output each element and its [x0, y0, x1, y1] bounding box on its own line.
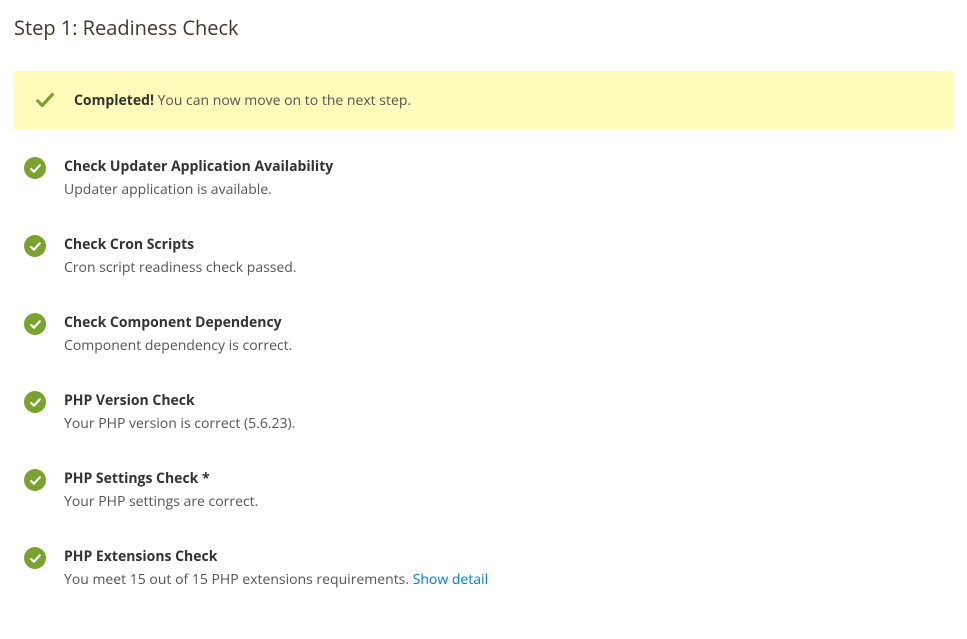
check-content: PHP Version Check Your PHP version is co…: [64, 391, 943, 433]
check-desc-text: You meet 15 out of 15 PHP extensions req…: [64, 570, 413, 589]
check-item: Check Cron Scripts Cron script readiness…: [24, 235, 943, 277]
success-icon: [24, 547, 46, 569]
success-icon: [24, 469, 46, 491]
check-content: PHP Settings Check * Your PHP settings a…: [64, 469, 943, 511]
check-title: PHP Extensions Check: [64, 547, 943, 566]
check-item: PHP Extensions Check You meet 15 out of …: [24, 547, 943, 589]
completed-bold: Completed!: [74, 91, 154, 110]
completed-rest: You can now move on to the next step.: [154, 91, 411, 110]
check-desc: You meet 15 out of 15 PHP extensions req…: [64, 570, 943, 589]
page-title: Step 1: Readiness Check: [14, 14, 953, 41]
show-detail-link[interactable]: Show detail: [413, 570, 488, 589]
check-desc: Your PHP settings are correct.: [64, 492, 943, 511]
check-list: Check Updater Application Availability U…: [14, 157, 953, 589]
check-content: PHP Extensions Check You meet 15 out of …: [64, 547, 943, 589]
check-title: Check Cron Scripts: [64, 235, 943, 254]
completed-banner: Completed! You can now move on to the ne…: [14, 71, 953, 129]
check-desc: Updater application is available.: [64, 180, 943, 199]
success-icon: [24, 313, 46, 335]
success-icon: [24, 235, 46, 257]
check-item: Check Component Dependency Component dep…: [24, 313, 943, 355]
check-title: Check Updater Application Availability: [64, 157, 943, 176]
check-content: Check Updater Application Availability U…: [64, 157, 943, 199]
check-icon: [34, 89, 56, 111]
check-item: Check Updater Application Availability U…: [24, 157, 943, 199]
check-content: Check Cron Scripts Cron script readiness…: [64, 235, 943, 277]
check-title: PHP Version Check: [64, 391, 943, 410]
check-title: PHP Settings Check *: [64, 469, 943, 488]
check-desc: Component dependency is correct.: [64, 336, 943, 355]
check-content: Check Component Dependency Component dep…: [64, 313, 943, 355]
completed-text: Completed! You can now move on to the ne…: [74, 91, 411, 110]
check-desc: Your PHP version is correct (5.6.23).: [64, 414, 943, 433]
check-item: PHP Settings Check * Your PHP settings a…: [24, 469, 943, 511]
success-icon: [24, 391, 46, 413]
success-icon: [24, 157, 46, 179]
check-title: Check Component Dependency: [64, 313, 943, 332]
check-desc: Cron script readiness check passed.: [64, 258, 943, 277]
check-item: PHP Version Check Your PHP version is co…: [24, 391, 943, 433]
